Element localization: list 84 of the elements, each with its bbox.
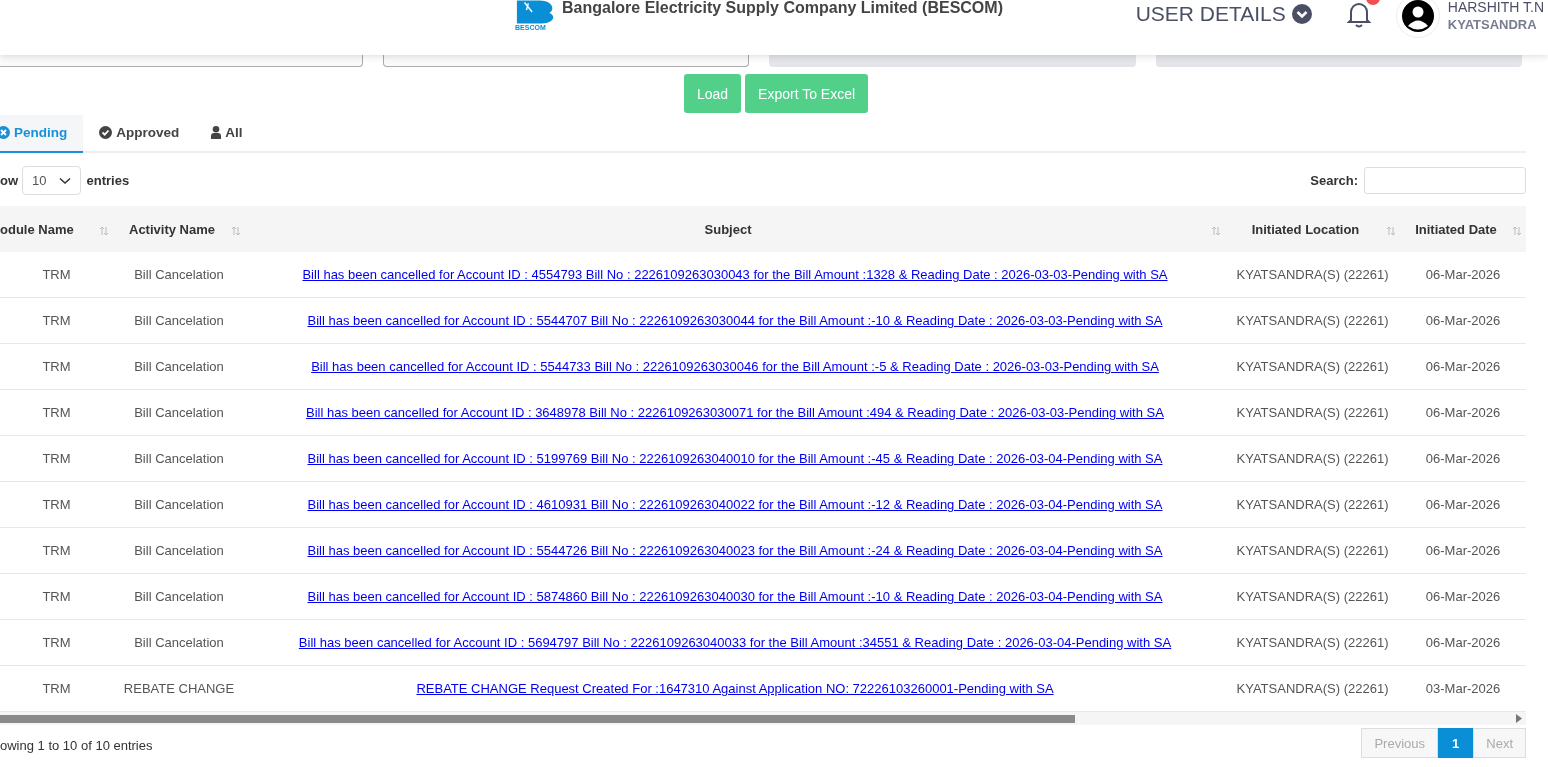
table-cell: TRM — [42, 405, 71, 420]
subject-link[interactable]: REBATE CHANGE Request Created For :1647310 Against Application NO: 72226103260001-Pending with SA — [416, 681, 1054, 696]
table-cell: KYATSANDRA(S) (22261) — [1236, 405, 1389, 420]
table-cell: 06-Mar-2026 — [1425, 405, 1501, 420]
close-circle-icon — [0, 126, 10, 139]
column-header[interactable]: Activity Name — [113, 206, 245, 252]
table-cell: 06-Mar-2026 — [1425, 451, 1501, 466]
sort-icon — [1386, 226, 1396, 236]
column-header[interactable]: Subject — [245, 206, 1225, 252]
subject-link[interactable]: Bill has been cancelled for Account ID : 5199769 Bill No : 2226109263040010 for the Bill Amount :-45 & Reading Date : 2026-03-04-Pending with SA — [307, 451, 1163, 466]
table-cell: KYATSANDRA(S) (22261) — [1236, 359, 1389, 374]
page-button[interactable]: 1 — [1438, 728, 1474, 758]
tab[interactable]: All — [195, 115, 259, 153]
sort-icon — [231, 226, 241, 236]
sort-icon — [1211, 226, 1221, 236]
bell-icon[interactable] — [1345, 0, 1372, 28]
table-cell: KYATSANDRA(S) (22261) — [1236, 267, 1389, 282]
subject-link[interactable]: Bill has been cancelled for Account ID : 4610931 Bill No : 2226109263040022 for the Bill Amount :-12 & Reading Date : 2026-03-04-Pending with SA — [307, 497, 1163, 512]
table-cell: 06-Mar-2026 — [1425, 497, 1501, 512]
table-cell: TRM — [42, 635, 71, 650]
table-cell: TRM — [42, 681, 71, 696]
table-cell: REBATE CHANGE — [123, 681, 235, 696]
table-cell: 06-Mar-2026 — [1425, 313, 1501, 328]
table-cell: 06-Mar-2026 — [1425, 543, 1501, 558]
table-cell: Bill Cancelation — [134, 543, 224, 558]
search-label: Search: — [1310, 173, 1358, 188]
table-cell: Bill Cancelation — [134, 589, 224, 604]
table-cell: KYATSANDRA(S) (22261) — [1236, 543, 1389, 558]
table-cell: Bill Cancelation — [134, 313, 224, 328]
check-circle-icon — [99, 126, 113, 139]
subject-link[interactable]: Bill has been cancelled for Account ID : 3648978 Bill No : 2226109263030071 for the Bill Amount :494 & Reading Date : 2026-03-03-Pending with SA — [306, 405, 1164, 420]
table-cell: KYATSANDRA(S) (22261) — [1236, 589, 1389, 604]
table-cell: KYATSANDRA(S) (22261) — [1236, 681, 1389, 696]
chevron-down-icon — [1291, 4, 1312, 24]
table-cell: TRM — [42, 589, 71, 604]
table-cell: 06-Mar-2026 — [1425, 589, 1501, 604]
table-cell: 06-Mar-2026 — [1425, 267, 1501, 282]
search-field[interactable] — [1364, 167, 1526, 194]
subject-link[interactable]: Bill has been cancelled for Account ID : 5544726 Bill No : 2226109263040023 for the Bill Amount :-24 & Reading Date : 2026-03-04-Pending with SA — [307, 543, 1163, 558]
chevron-down-icon — [58, 176, 71, 185]
sort-icon — [99, 226, 109, 236]
table-cell: KYATSANDRA(S) (22261) — [1236, 635, 1389, 650]
scrollbar-thumb[interactable] — [0, 715, 1075, 723]
table-cell: Bill Cancelation — [134, 635, 224, 650]
table-cell: TRM — [42, 359, 71, 374]
table-info: owing 1 to 10 of 10 entries — [0, 738, 153, 753]
table-cell: Bill Cancelation — [134, 359, 224, 374]
scroll-right-icon[interactable] — [1516, 714, 1522, 723]
app-title: Bangalore Electricity Supply Company Limited (BESCOM) — [562, 0, 1003, 16]
table-cell: KYATSANDRA(S) (22261) — [1236, 313, 1389, 328]
horizontal-scrollbar[interactable] — [0, 712, 1526, 725]
subject-link[interactable]: Bill has been cancelled for Account ID : 4554793 Bill No : 2226109263030043 for the Bill Amount :1328 & Reading Date : 2026-03-03-Pending with SA — [302, 267, 1168, 282]
table-cell: 06-Mar-2026 — [1425, 635, 1501, 650]
table-cell: TRM — [42, 543, 71, 558]
tab[interactable]: Approved — [83, 115, 196, 153]
table-cell: KYATSANDRA(S) (22261) — [1236, 451, 1389, 466]
column-header[interactable]: Initiated Date — [1400, 206, 1526, 252]
length-label: ow — [0, 173, 19, 188]
subject-link[interactable]: Bill has been cancelled for Account ID : 5874860 Bill No : 2226109263040030 for the Bill Amount :-10 & Reading Date : 2026-03-04-Pending with SA — [307, 589, 1163, 604]
table-cell: TRM — [42, 267, 71, 282]
table-cell: Bill Cancelation — [134, 267, 224, 282]
table-cell: 03-Mar-2026 — [1425, 681, 1501, 696]
table-cell: KYATSANDRA(S) (22261) — [1236, 497, 1389, 512]
subject-link[interactable]: Bill has been cancelled for Account ID : 5544707 Bill No : 2226109263030044 for the Bill Amount :-10 & Reading Date : 2026-03-03-Pending with SA — [307, 313, 1163, 328]
table-cell: TRM — [42, 451, 71, 466]
table-cell: Bill Cancelation — [134, 497, 224, 512]
column-header[interactable]: Initiated Location — [1225, 206, 1400, 252]
sort-icon — [1512, 226, 1522, 236]
table-cell: Bill Cancelation — [134, 405, 224, 420]
subject-link[interactable]: Bill has been cancelled for Account ID : 5694797 Bill No : 2226109263040033 for the Bill Amount :34551 & Reading Date : 2026-03-04-Pending with SA — [298, 635, 1172, 650]
subject-link[interactable]: Bill has been cancelled for Account ID : 5544733 Bill No : 2226109263030046 for the Bill Amount :-5 & Reading Date : 2026-03-03-Pending with SA — [311, 359, 1159, 374]
user-icon — [211, 126, 222, 139]
table-cell: TRM — [42, 313, 71, 328]
user-name: HARSHITH T.N — [1447, 0, 1544, 14]
input-field[interactable] — [382, 55, 749, 67]
table-cell: 06-Mar-2026 — [1425, 359, 1501, 374]
page-size-select[interactable]: 10 — [22, 166, 81, 195]
user-location: KYATSANDRA — [1447, 17, 1538, 32]
table-cell: TRM — [42, 497, 71, 512]
input-field[interactable] — [0, 55, 363, 67]
column-header[interactable]: odule Name — [0, 206, 113, 252]
length-label: entries — [86, 173, 130, 188]
user-details-menu[interactable]: USER DETAILS — [1135, 2, 1312, 26]
table-cell: Bill Cancelation — [134, 451, 224, 466]
